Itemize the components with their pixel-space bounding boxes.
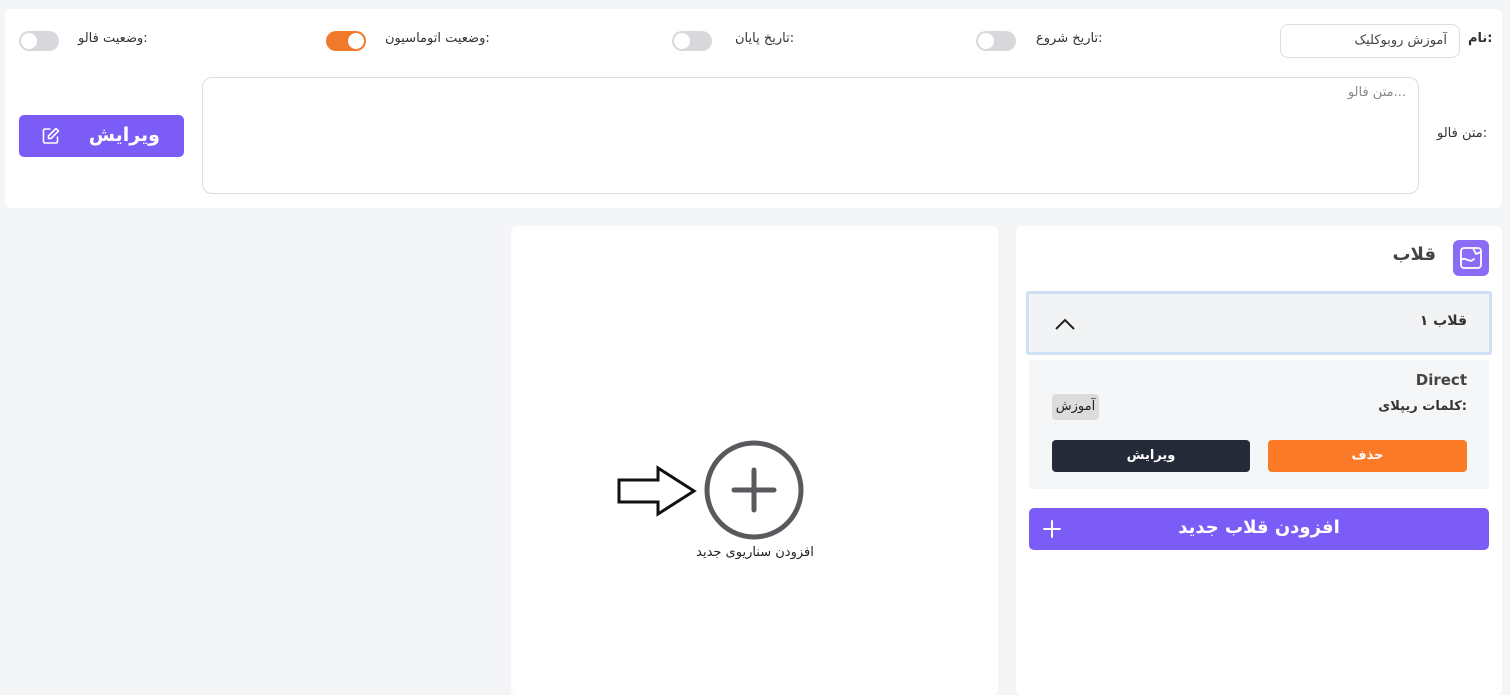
add-scenario-button[interactable] bbox=[703, 439, 805, 541]
toggle-knob bbox=[21, 33, 37, 49]
follow-text-label: متن فالو: bbox=[1437, 126, 1488, 141]
template-icon bbox=[1453, 240, 1489, 276]
name-input[interactable]: آموزش روبوکلیک bbox=[1280, 24, 1460, 58]
edit-button[interactable]: ویرایش bbox=[19, 115, 184, 157]
follow-status-label: وضعیت فالو: bbox=[78, 31, 148, 46]
start-date-label: تاریخ شروع: bbox=[1036, 31, 1103, 46]
reply-words-label: کلمات ریپلای: bbox=[1378, 399, 1467, 414]
follow-text-placeholder: متن فالو... bbox=[1347, 85, 1406, 100]
template-title: قلاب ۱ bbox=[1419, 313, 1467, 329]
automation-status-label: وضعیت اتوماسیون: bbox=[385, 31, 490, 46]
arrow-right-icon bbox=[617, 465, 697, 517]
template-type: Direct bbox=[1415, 371, 1467, 389]
add-template-label: افزودن قلاب جدید bbox=[1178, 517, 1340, 538]
follow-status-toggle[interactable] bbox=[19, 31, 59, 51]
plus-icon bbox=[1041, 518, 1063, 544]
add-scenario-label: افزودن سناریوی جدید bbox=[696, 545, 814, 560]
edit-button-label: ویرایش bbox=[88, 124, 160, 146]
template-accordion-header[interactable]: قلاب ۱ bbox=[1026, 291, 1492, 355]
name-label: نام: bbox=[1468, 31, 1493, 46]
reply-word-chip: آموزش bbox=[1052, 394, 1099, 420]
start-date-toggle[interactable] bbox=[976, 31, 1016, 51]
end-date-toggle[interactable] bbox=[672, 31, 712, 51]
toggle-knob bbox=[348, 33, 364, 49]
chevron-up-icon[interactable] bbox=[1054, 317, 1076, 331]
edit-icon bbox=[41, 126, 61, 150]
add-template-button[interactable]: افزودن قلاب جدید bbox=[1029, 508, 1489, 550]
follow-text-input[interactable]: متن فالو... bbox=[202, 77, 1419, 194]
edit-template-button[interactable]: ویرایش bbox=[1052, 440, 1250, 472]
toggle-knob bbox=[674, 33, 690, 49]
automation-status-toggle[interactable] bbox=[326, 31, 366, 51]
toggle-knob bbox=[978, 33, 994, 49]
delete-template-button[interactable]: حذف bbox=[1268, 440, 1467, 472]
end-date-label: تاریخ پایان: bbox=[735, 31, 795, 46]
templates-title: قلاب bbox=[1392, 244, 1436, 265]
